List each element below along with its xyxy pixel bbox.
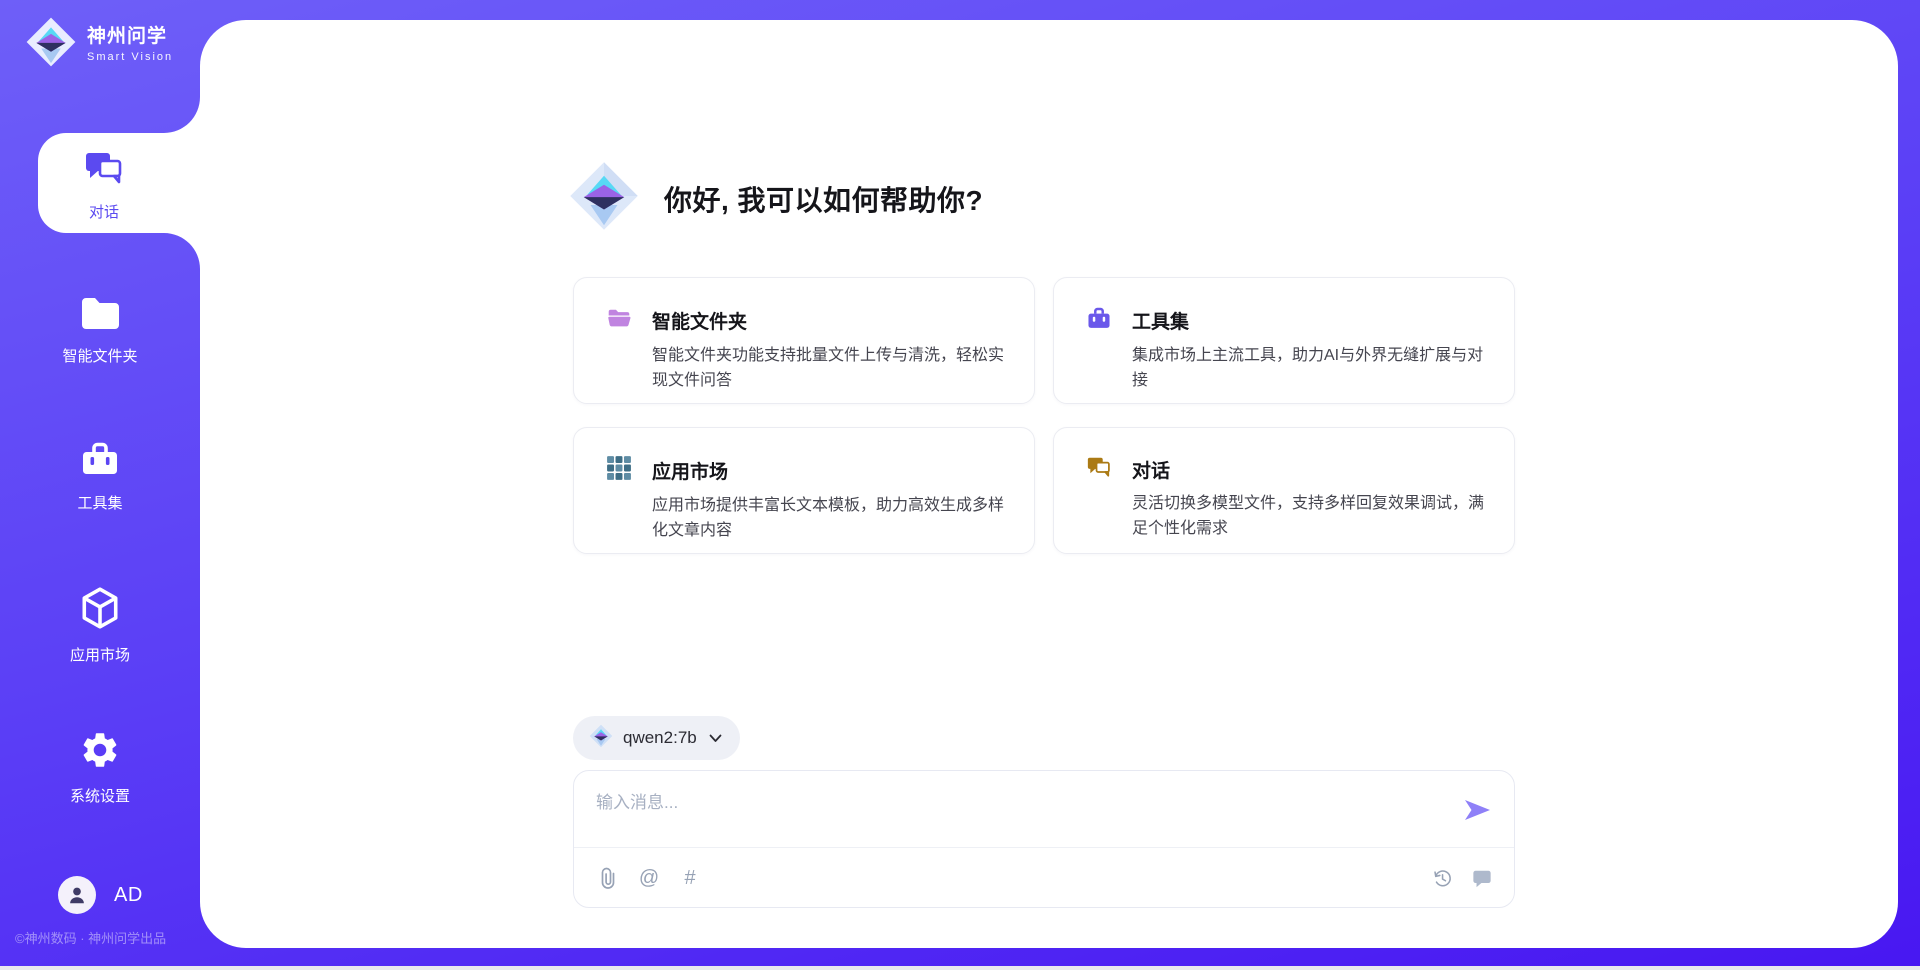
send-icon: [1463, 799, 1491, 821]
sidebar-item-label: 系统设置: [70, 785, 130, 806]
assistant-logo-diamond-icon: [568, 160, 640, 237]
model-selector[interactable]: qwen2:7b: [573, 716, 740, 760]
apps-grid-icon: [606, 455, 632, 486]
sidebar-item-app-market[interactable]: 应用市场: [0, 586, 200, 665]
card-description: 应用市场提供丰富长文本模板，助力高效生成多样化文章内容: [652, 493, 1004, 543]
brand-subtitle: Smart Vision: [87, 52, 173, 63]
model-name: qwen2:7b: [623, 728, 697, 748]
app-window: 神州问学 Smart Vision: [0, 0, 1920, 970]
briefcase-icon: [79, 440, 121, 483]
attach-file-icon[interactable]: [596, 866, 620, 890]
user-account[interactable]: AD: [58, 876, 143, 914]
card-description: 集成市场上主流工具，助力AI与外界无缝扩展与对接: [1132, 343, 1484, 393]
user-initials: AD: [114, 884, 143, 907]
chat-icon: [83, 149, 125, 192]
cube-icon: [79, 586, 121, 635]
card-title: 对话: [1132, 456, 1170, 483]
brand-name: 神州问学: [87, 27, 173, 46]
window-bottom-edge: [0, 966, 1920, 970]
composer-toolbar: @ #: [574, 847, 1514, 907]
card-smart-folder[interactable]: 智能文件夹 智能文件夹功能支持批量文件上传与清洗，轻松实现文件问答: [573, 277, 1035, 404]
brand-logo-diamond-icon: [25, 16, 77, 73]
briefcase-icon: [1086, 305, 1112, 336]
copyright-footer: ©神州数码 · 神州问学出品: [15, 928, 166, 947]
sidebar-item-label: 工具集: [77, 492, 122, 513]
greeting-text: 你好, 我可以如何帮助你?: [664, 179, 983, 219]
message-composer: @ #: [573, 770, 1515, 908]
greeting: 你好, 我可以如何帮助你?: [568, 160, 983, 237]
sidebar-item-chat[interactable]: 对话: [38, 149, 170, 222]
history-icon[interactable]: [1430, 866, 1454, 890]
sidebar-item-toolset[interactable]: 工具集: [0, 440, 200, 513]
chat-icon: [1086, 455, 1112, 484]
sidebar-item-label: 应用市场: [70, 644, 130, 665]
hashtag-icon[interactable]: #: [678, 866, 702, 890]
folder-icon: [79, 295, 121, 336]
chevron-down-icon: [709, 734, 722, 743]
card-toolset[interactable]: 工具集 集成市场上主流工具，助力AI与外界无缝扩展与对接: [1053, 277, 1515, 404]
model-logo-diamond-icon: [589, 724, 613, 753]
send-button[interactable]: [1460, 795, 1494, 825]
card-chat[interactable]: 对话 灵活切换多模型文件，支持多样回复效果调试，满足个性化需求: [1053, 427, 1515, 554]
gear-icon: [79, 729, 121, 776]
card-description: 灵活切换多模型文件，支持多样回复效果调试，满足个性化需求: [1132, 491, 1484, 541]
sidebar-item-settings[interactable]: 系统设置: [0, 729, 200, 806]
sidebar-item-label: 智能文件夹: [62, 345, 137, 366]
card-title: 应用市场: [652, 457, 728, 484]
card-description: 智能文件夹功能支持批量文件上传与清洗，轻松实现文件问答: [652, 343, 1004, 393]
folder-open-icon: [606, 305, 632, 336]
feature-cards: 智能文件夹 智能文件夹功能支持批量文件上传与清洗，轻松实现文件问答 工具集 集成…: [573, 277, 1515, 554]
chat-bubble-icon[interactable]: [1470, 866, 1494, 890]
mention-icon[interactable]: @: [637, 866, 661, 890]
card-title: 智能文件夹: [652, 307, 747, 334]
card-app-market[interactable]: 应用市场 应用市场提供丰富长文本模板，助力高效生成多样化文章内容: [573, 427, 1035, 554]
sidebar-item-label: 对话: [89, 201, 119, 222]
card-title: 工具集: [1132, 307, 1189, 334]
sidebar: 神州问学 Smart Vision: [0, 0, 200, 970]
message-input[interactable]: [574, 771, 1466, 858]
brand: 神州问学 Smart Vision: [25, 16, 173, 73]
avatar[interactable]: [58, 876, 96, 914]
sidebar-item-smart-folder[interactable]: 智能文件夹: [0, 295, 200, 366]
